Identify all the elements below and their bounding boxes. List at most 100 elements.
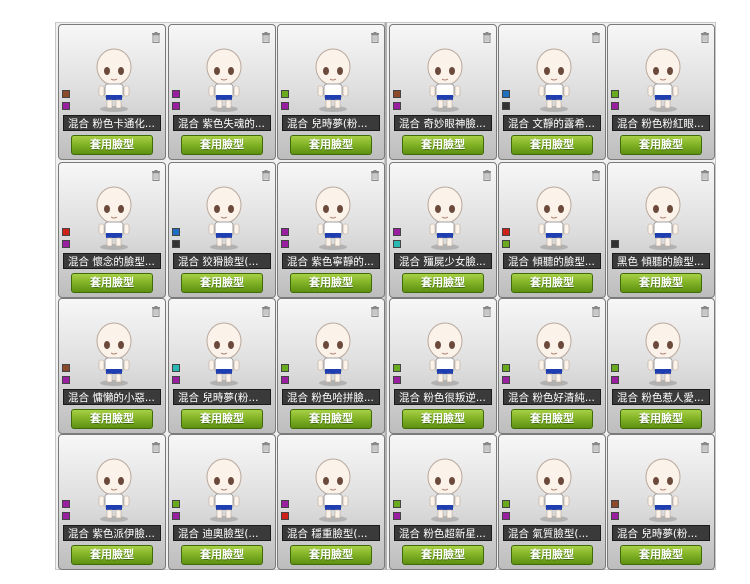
color-swatch[interactable] xyxy=(393,90,401,98)
color-swatch[interactable] xyxy=(281,228,289,236)
face-card[interactable]: 混合 傾聽的臉型... 套用臉型 xyxy=(498,162,606,298)
apply-face-button[interactable]: 套用臉型 xyxy=(181,409,263,429)
trash-icon[interactable] xyxy=(700,28,710,43)
color-swatch[interactable] xyxy=(611,512,619,520)
trash-icon[interactable] xyxy=(151,166,161,181)
face-card[interactable]: 混合 奇妙眼神臉... 套用臉型 xyxy=(389,24,497,160)
color-swatch[interactable] xyxy=(393,364,401,372)
apply-face-button[interactable]: 套用臉型 xyxy=(402,135,484,155)
trash-icon[interactable] xyxy=(591,28,601,43)
apply-face-button[interactable]: 套用臉型 xyxy=(290,409,372,429)
color-swatch[interactable] xyxy=(611,500,619,508)
apply-face-button[interactable]: 套用臉型 xyxy=(511,273,593,293)
color-swatch[interactable] xyxy=(502,228,510,236)
color-swatch[interactable] xyxy=(172,376,180,384)
face-card[interactable]: 混合 粉色很叛逆... 套用臉型 xyxy=(389,298,497,434)
color-swatch[interactable] xyxy=(281,500,289,508)
apply-face-button[interactable]: 套用臉型 xyxy=(402,545,484,565)
apply-face-button[interactable]: 套用臉型 xyxy=(71,545,153,565)
apply-face-button[interactable]: 套用臉型 xyxy=(71,135,153,155)
trash-icon[interactable] xyxy=(370,28,380,43)
color-swatch[interactable] xyxy=(62,512,70,520)
color-swatch[interactable] xyxy=(611,90,619,98)
face-card[interactable]: 混合 粉色好清純... 套用臉型 xyxy=(498,298,606,434)
color-swatch[interactable] xyxy=(62,228,70,236)
face-card[interactable]: 混合 文靜的露希... 套用臉型 xyxy=(498,24,606,160)
color-swatch[interactable] xyxy=(281,240,289,248)
face-card[interactable]: 混合 紫色派伊臉... 套用臉型 xyxy=(58,434,166,570)
face-card[interactable]: 混合 紫色失魂的... 套用臉型 xyxy=(168,24,276,160)
color-swatch[interactable] xyxy=(611,364,619,372)
apply-face-button[interactable]: 套用臉型 xyxy=(181,135,263,155)
face-card[interactable]: 混合 粉色惹人愛... 套用臉型 xyxy=(607,298,715,434)
color-swatch[interactable] xyxy=(172,500,180,508)
face-card[interactable]: 混合 懷念的臉型... 套用臉型 xyxy=(58,162,166,298)
trash-icon[interactable] xyxy=(151,28,161,43)
color-swatch[interactable] xyxy=(393,500,401,508)
color-swatch[interactable] xyxy=(281,102,289,110)
color-swatch[interactable] xyxy=(502,500,510,508)
apply-face-button[interactable]: 套用臉型 xyxy=(71,409,153,429)
color-swatch[interactable] xyxy=(172,102,180,110)
color-swatch[interactable] xyxy=(611,102,619,110)
color-swatch[interactable] xyxy=(172,512,180,520)
trash-icon[interactable] xyxy=(261,166,271,181)
face-card[interactable]: 黑色 傾聽的臉型... 套用臉型 xyxy=(607,162,715,298)
apply-face-button[interactable]: 套用臉型 xyxy=(620,409,702,429)
color-swatch[interactable] xyxy=(502,376,510,384)
trash-icon[interactable] xyxy=(261,302,271,317)
color-swatch[interactable] xyxy=(62,240,70,248)
color-swatch[interactable] xyxy=(502,90,510,98)
color-swatch[interactable] xyxy=(172,240,180,248)
trash-icon[interactable] xyxy=(700,438,710,453)
apply-face-button[interactable]: 套用臉型 xyxy=(181,545,263,565)
color-swatch[interactable] xyxy=(281,512,289,520)
color-swatch[interactable] xyxy=(172,90,180,98)
apply-face-button[interactable]: 套用臉型 xyxy=(181,273,263,293)
color-swatch[interactable] xyxy=(393,228,401,236)
face-card[interactable]: 混合 粉色哈拼臉... 套用臉型 xyxy=(277,298,385,434)
apply-face-button[interactable]: 套用臉型 xyxy=(511,409,593,429)
trash-icon[interactable] xyxy=(482,302,492,317)
face-card[interactable]: 混合 粉色粉紅眼... 套用臉型 xyxy=(607,24,715,160)
trash-icon[interactable] xyxy=(591,438,601,453)
color-swatch[interactable] xyxy=(393,512,401,520)
apply-face-button[interactable]: 套用臉型 xyxy=(290,545,372,565)
apply-face-button[interactable]: 套用臉型 xyxy=(402,273,484,293)
apply-face-button[interactable]: 套用臉型 xyxy=(511,135,593,155)
face-card[interactable]: 混合 狡猾臉型(... 套用臉型 xyxy=(168,162,276,298)
trash-icon[interactable] xyxy=(261,28,271,43)
trash-icon[interactable] xyxy=(482,438,492,453)
trash-icon[interactable] xyxy=(482,28,492,43)
trash-icon[interactable] xyxy=(151,302,161,317)
face-card[interactable]: 混合 粉色超新星... 套用臉型 xyxy=(389,434,497,570)
color-swatch[interactable] xyxy=(502,364,510,372)
trash-icon[interactable] xyxy=(370,302,380,317)
face-card[interactable]: 混合 殭屍少女臉... 套用臉型 xyxy=(389,162,497,298)
trash-icon[interactable] xyxy=(261,438,271,453)
color-swatch[interactable] xyxy=(281,364,289,372)
face-card[interactable]: 混合 兒時夢(粉... 套用臉型 xyxy=(277,24,385,160)
face-card[interactable]: 混合 兒時夢(粉... 套用臉型 xyxy=(607,434,715,570)
face-card[interactable]: 混合 紫色寧靜的... 套用臉型 xyxy=(277,162,385,298)
trash-icon[interactable] xyxy=(151,438,161,453)
color-swatch[interactable] xyxy=(62,364,70,372)
apply-face-button[interactable]: 套用臉型 xyxy=(290,273,372,293)
color-swatch[interactable] xyxy=(393,240,401,248)
face-card[interactable]: 混合 穩重臉型(... 套用臉型 xyxy=(277,434,385,570)
face-card[interactable]: 混合 兒時夢(粉... 套用臉型 xyxy=(168,298,276,434)
trash-icon[interactable] xyxy=(370,166,380,181)
trash-icon[interactable] xyxy=(700,166,710,181)
color-swatch[interactable] xyxy=(62,102,70,110)
trash-icon[interactable] xyxy=(482,166,492,181)
trash-icon[interactable] xyxy=(700,302,710,317)
face-card[interactable]: 混合 迪奧臉型(... 套用臉型 xyxy=(168,434,276,570)
color-swatch[interactable] xyxy=(281,376,289,384)
color-swatch[interactable] xyxy=(172,364,180,372)
trash-icon[interactable] xyxy=(591,302,601,317)
color-swatch[interactable] xyxy=(393,376,401,384)
color-swatch[interactable] xyxy=(611,240,619,248)
color-swatch[interactable] xyxy=(62,90,70,98)
trash-icon[interactable] xyxy=(370,438,380,453)
face-card[interactable]: 混合 氣質臉型(... 套用臉型 xyxy=(498,434,606,570)
